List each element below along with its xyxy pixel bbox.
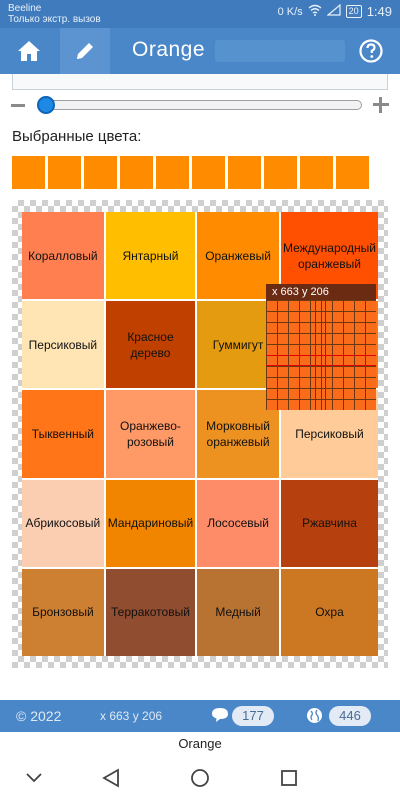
color-cell[interactable]: Оранжево-розовый xyxy=(105,390,196,478)
help-button[interactable] xyxy=(346,28,396,74)
net-speed: 0 K/s xyxy=(277,5,303,18)
color-cell[interactable]: Медный xyxy=(197,568,279,656)
edit-button[interactable] xyxy=(60,28,110,74)
selected-swatch[interactable] xyxy=(228,156,261,189)
color-cell[interactable]: Персиковый xyxy=(22,301,104,389)
app-title: Orange xyxy=(132,38,206,61)
status-bar: Beeline Только экстр. вызов 0 K/s 20 1:4… xyxy=(0,0,400,28)
selected-swatch[interactable] xyxy=(336,156,369,189)
cursor-coords: x 663 y 206 xyxy=(100,709,163,723)
selected-swatches xyxy=(12,156,369,189)
selected-swatch[interactable] xyxy=(192,156,225,189)
color-cell[interactable]: Коралловый xyxy=(22,212,104,300)
square-recents-icon xyxy=(281,770,297,786)
selected-swatch[interactable] xyxy=(264,156,297,189)
home-button[interactable] xyxy=(4,28,54,74)
color-cell[interactable]: Лососевый xyxy=(197,479,279,567)
battery-icon: 20 xyxy=(345,5,362,18)
input-field-edge[interactable] xyxy=(12,74,388,90)
carrier-note: Только экстр. вызов xyxy=(8,14,101,25)
home-nav-button[interactable] xyxy=(186,764,214,792)
selected-swatch[interactable] xyxy=(84,156,117,189)
color-cell[interactable]: Терракотовый xyxy=(105,568,196,656)
color-cell[interactable]: Охра xyxy=(280,568,378,656)
help-icon xyxy=(359,39,383,63)
collapse-button[interactable] xyxy=(20,764,48,792)
chevron-down-icon xyxy=(26,773,42,783)
minus-icon[interactable] xyxy=(11,104,25,107)
selected-swatch[interactable] xyxy=(300,156,333,189)
color-cell[interactable]: Янтарный xyxy=(105,212,196,300)
selected-swatch[interactable] xyxy=(48,156,81,189)
plus-icon[interactable] xyxy=(373,97,389,113)
pencil-icon xyxy=(77,43,93,59)
globe-icon[interactable] xyxy=(306,707,323,727)
color-cell[interactable]: Абрикосовый xyxy=(22,479,104,567)
selected-swatch[interactable] xyxy=(156,156,189,189)
selected-swatch[interactable] xyxy=(120,156,153,189)
app-bar: Orange xyxy=(0,28,400,74)
status-right: 0 K/s 20 1:49 xyxy=(277,3,392,19)
system-nav-bar xyxy=(0,756,400,800)
views-count[interactable]: 446 xyxy=(329,706,371,726)
bottom-title: Orange xyxy=(178,736,222,751)
carrier-info: Beeline Только экстр. вызов xyxy=(8,3,101,25)
copyright: © 2022 xyxy=(16,708,62,724)
color-cell[interactable]: Красное дерево xyxy=(105,301,196,389)
slider-track[interactable] xyxy=(40,100,362,110)
color-grid: Коралловый Янтарный Оранжевый Международный… xyxy=(22,212,378,656)
color-cell[interactable]: Бронзовый xyxy=(22,568,104,656)
selected-colors-label: Выбранные цвета: xyxy=(12,128,142,145)
size-slider-row xyxy=(0,96,400,116)
clock: 1:49 xyxy=(366,4,392,19)
magnifier-coords: x 663 y 206 xyxy=(266,284,376,300)
footer-bar: © 2022 x 663 y 206 177 446 xyxy=(0,700,400,732)
selected-swatch[interactable] xyxy=(12,156,45,189)
slider-thumb[interactable] xyxy=(37,96,55,114)
carrier-name: Beeline xyxy=(8,3,42,14)
back-button[interactable] xyxy=(97,764,125,792)
color-cell[interactable]: Мандариновый xyxy=(105,479,196,567)
color-cell[interactable]: Ржавчина xyxy=(280,479,378,567)
color-grid-container: Коралловый Янтарный Оранжевый Международный… xyxy=(12,200,388,668)
recents-button[interactable] xyxy=(275,764,303,792)
magnifier-crosshair-v xyxy=(315,300,326,410)
magnifier: x 663 y 206 xyxy=(266,284,376,410)
home-icon xyxy=(18,41,40,61)
wifi-icon xyxy=(308,4,322,19)
blurred-area xyxy=(215,40,345,62)
signal-icon xyxy=(326,3,341,19)
back-triangle-icon xyxy=(102,768,119,788)
comments-count[interactable]: 177 xyxy=(232,706,274,726)
comment-icon[interactable] xyxy=(211,707,229,726)
color-cell[interactable]: Тыквенный xyxy=(22,390,104,478)
circle-home-icon xyxy=(191,769,209,787)
